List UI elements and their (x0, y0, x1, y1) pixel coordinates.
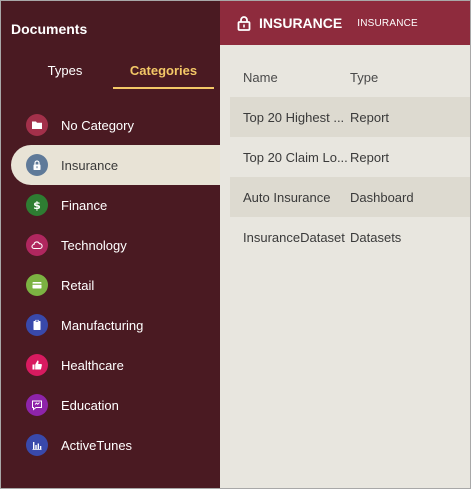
cell-name: Auto Insurance (243, 189, 331, 205)
category-item-activetunes[interactable]: ActiveTunes (1, 425, 220, 465)
table-row[interactable]: Top 20 Claim Lo... Report (230, 137, 470, 177)
page-title: INSURANCE (259, 15, 343, 31)
table-row[interactable]: InsuranceDataset Datasets (230, 217, 470, 257)
category-label: ActiveTunes (61, 437, 133, 453)
category-item-finance[interactable]: $ Finance (1, 185, 220, 225)
header-bar: INSURANCE INSURANCE (220, 1, 470, 45)
category-item-no-category[interactable]: No Category (1, 105, 220, 145)
category-item-manufacturing[interactable]: Manufacturing (1, 305, 220, 345)
card-icon (26, 274, 48, 296)
table-row[interactable]: Top 20 Highest ... Report (230, 97, 470, 137)
category-label: Insurance (61, 157, 119, 173)
cloud-icon (26, 234, 48, 256)
cell-type: Dashboard (350, 189, 414, 205)
bar-chart-icon (26, 434, 48, 456)
cell-name: InsuranceDataset (243, 229, 345, 245)
sidebar: Documents Types Categories No Category I… (1, 1, 221, 488)
category-item-retail[interactable]: Retail (1, 265, 220, 305)
tab-categories[interactable]: Categories (113, 61, 214, 89)
window: Documents Types Categories No Category I… (0, 0, 471, 489)
main-panel: INSURANCE INSURANCE Name Type Top 20 Hig… (220, 1, 470, 488)
folder-icon (26, 114, 48, 136)
thumbs-up-icon (26, 354, 48, 376)
lock-icon (236, 15, 252, 31)
cell-type: Datasets (350, 229, 402, 245)
tab-types[interactable]: Types (19, 61, 111, 89)
category-item-education[interactable]: Education (1, 385, 220, 425)
chat-icon (26, 394, 48, 416)
category-label: Healthcare (61, 357, 124, 373)
table-row[interactable]: Auto Insurance Dashboard (230, 177, 470, 217)
cell-type: Report (350, 149, 390, 165)
clipboard-icon (26, 314, 48, 336)
cell-name: Top 20 Claim Lo... (243, 149, 348, 165)
category-label: Education (61, 397, 119, 413)
sidebar-tabs: Types Categories (1, 61, 220, 89)
sidebar-title: Documents (11, 21, 88, 37)
page-subtitle: INSURANCE (357, 17, 418, 29)
category-label: No Category (61, 117, 134, 133)
category-label: Finance (61, 197, 108, 213)
category-item-healthcare[interactable]: Healthcare (1, 345, 220, 385)
dollar-icon: $ (26, 194, 48, 216)
column-header-type[interactable]: Type (350, 70, 378, 85)
lock-icon (26, 154, 48, 176)
category-label: Technology (61, 237, 127, 253)
documents-table: Name Type Top 20 Highest ... Report Top … (230, 57, 470, 257)
cell-type: Report (350, 109, 390, 125)
category-list: No Category Insurance $ Finance Technolo… (1, 105, 221, 465)
category-item-technology[interactable]: Technology (1, 225, 220, 265)
table-header-row: Name Type (230, 57, 470, 97)
cell-name: Top 20 Highest ... (243, 109, 345, 125)
category-label: Retail (61, 277, 95, 293)
category-label: Manufacturing (61, 317, 144, 333)
column-header-name[interactable]: Name (230, 70, 350, 85)
category-item-insurance[interactable]: Insurance (11, 145, 221, 185)
svg-text:$: $ (33, 199, 41, 211)
